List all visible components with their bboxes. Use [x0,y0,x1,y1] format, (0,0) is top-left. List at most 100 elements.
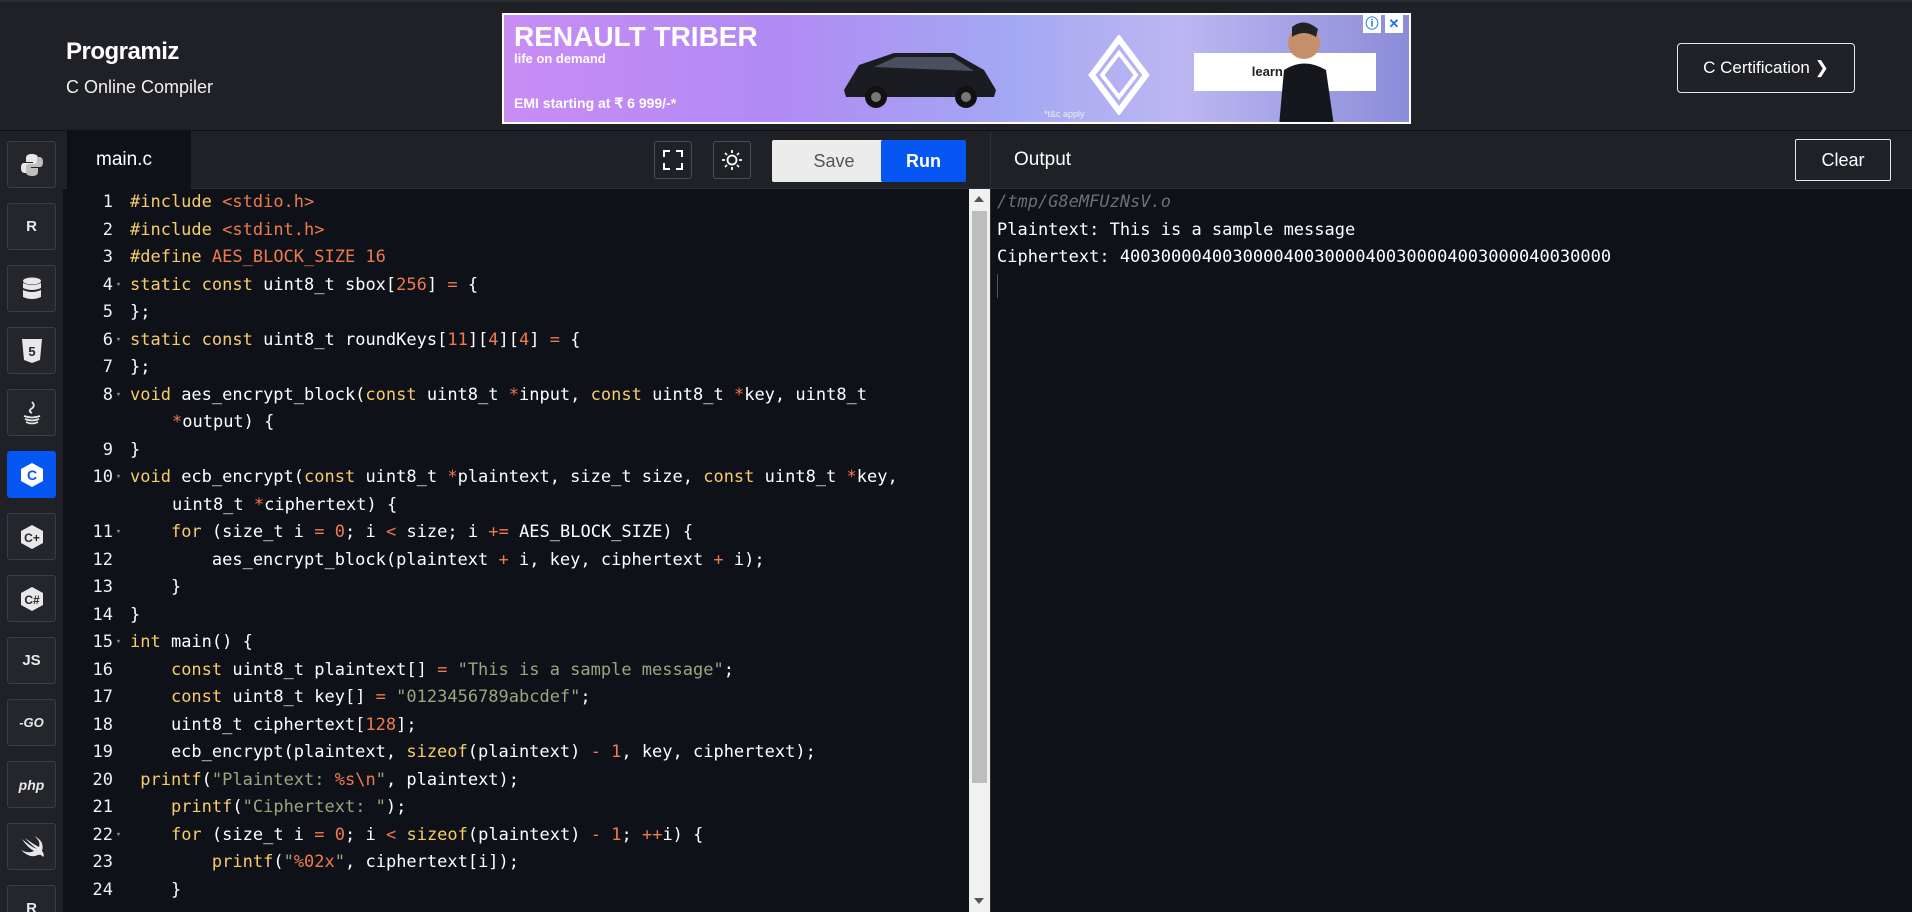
line-number: 18 [92,714,113,735]
code-line[interactable]: 13 } [63,574,968,602]
scrollbar-thumb[interactable] [972,211,987,783]
code-line[interactable]: 15 ▾ int main() { [63,629,968,657]
code-line[interactable]: 14} [63,602,968,630]
code-line[interactable]: 5}; [63,299,968,327]
code-line[interactable]: 18 uint8_t ciphertext[128]; [63,712,968,740]
output-title: Output [1014,149,1072,170]
fold-arrow-icon[interactable]: ▾ [113,464,124,492]
code-line[interactable]: 22 ▾ for (size_t i = 0; i < sizeof(plaint… [63,822,968,850]
code-line[interactable]: 16 const uint8_t plaintext[] = "This is … [63,657,968,685]
code-line[interactable]: *output) { [63,409,968,437]
scroll-down-icon[interactable] [974,898,984,904]
code-text[interactable]: #include <stdio.h> [124,189,314,217]
code-line[interactable]: 2 #include <stdint.h> [63,217,968,245]
code-line[interactable]: 12 aes_encrypt_block(plaintext + i, key,… [63,547,968,575]
fold-arrow-icon[interactable]: ▾ [113,629,124,657]
r-language-icon[interactable]: R [7,203,56,250]
code-line[interactable]: 23 printf("%02x", ciphertext[i]); [63,849,968,877]
c-certification-button[interactable]: C Certification ❯ [1677,43,1855,93]
code-text[interactable]: printf("Plaintext: %s\n", plaintext); [124,767,519,795]
code-line[interactable]: 21 printf("Ciphertext: "); [63,794,968,822]
code-line[interactable]: 11 ▾ for (size_t i = 0; i < size; i += AE… [63,519,968,547]
code-text[interactable]: } [124,437,140,465]
clear-button[interactable]: Clear [1795,139,1891,181]
tab-main-c[interactable]: main.c [67,131,191,189]
code-text[interactable]: const uint8_t key[] = "0123456789abcdef"… [124,684,591,712]
code-line[interactable]: uint8_t *ciphertext) { [63,492,968,520]
code-text[interactable]: #include <stdint.h> [124,217,325,245]
code-text[interactable]: #define AES_BLOCK_SIZE 16 [124,244,386,272]
fold-arrow-icon[interactable]: ▾ [113,272,124,300]
html5-icon[interactable]: 5 [7,327,56,374]
code-line[interactable]: 9} [63,437,968,465]
code-text[interactable]: printf("%02x", ciphertext[i]); [124,849,519,877]
code-line[interactable]: 20 printf("Plaintext: %s\n", plaintext); [63,767,968,795]
code-line[interactable]: 4 ▾ static const uint8_t sbox[256] = { [63,272,968,300]
php-icon[interactable]: php [7,761,56,808]
svg-text:C#: C# [24,593,40,607]
code-line[interactable]: 24 } [63,877,968,905]
scroll-up-icon[interactable] [974,196,984,202]
code-text[interactable]: printf("Ciphertext: "); [124,794,406,822]
code-line[interactable]: 8 ▾ void aes_encrypt_block(const uint8_t *… [63,382,968,410]
swift-icon[interactable] [7,823,56,870]
fullscreen-icon[interactable] [654,141,692,179]
fold-arrow-icon[interactable]: ▾ [113,519,124,547]
code-line[interactable]: 19 ecb_encrypt(plaintext, sizeof(plainte… [63,739,968,767]
code-line[interactable]: 7}; [63,354,968,382]
ad-info-icon[interactable]: ⓘ [1363,15,1381,33]
rust-icon[interactable]: R [7,885,56,912]
code-lines[interactable]: 1 #include <stdio.h> 2 #include <stdint.h> 3… [63,189,968,904]
javascript-icon[interactable]: JS [7,637,56,684]
code-text[interactable]: } [124,602,140,630]
code-line[interactable]: 1 #include <stdio.h> [63,189,968,217]
code-text[interactable]: const uint8_t plaintext[] = "This is a s… [124,657,734,685]
line-number: 23 [92,852,113,872]
code-text[interactable]: ecb_encrypt(plaintext, sizeof(plaintext)… [124,739,816,767]
code-text[interactable]: for (size_t i = 0; i < sizeof(plaintext)… [124,822,703,850]
code-editor[interactable]: 1 #include <stdio.h> 2 #include <stdint.h> 3… [63,189,990,912]
save-button[interactable]: Save [772,140,896,182]
code-line[interactable]: 17 const uint8_t key[] = "0123456789abcd… [63,684,968,712]
code-text[interactable]: void aes_encrypt_block(const uint8_t *in… [124,382,867,410]
fold-arrow-icon[interactable]: ▾ [113,382,124,410]
run-button[interactable]: Run [881,140,966,182]
cpp-icon[interactable]: C+ [7,513,56,560]
c-language-icon[interactable]: C [7,451,56,498]
code-text[interactable]: *output) { [124,409,274,437]
code-text[interactable]: } [124,574,181,602]
theme-toggle-sun-icon[interactable] [713,141,751,179]
ad-close-icon[interactable]: ✕ [1385,15,1403,33]
code-text[interactable]: }; [124,354,150,382]
line-number: 8 [102,384,113,405]
line-number: 2 [102,219,113,240]
python-icon[interactable] [7,141,56,188]
fold-gutter [113,354,124,382]
code-text[interactable]: aes_encrypt_block(plaintext + i, key, ci… [124,547,765,575]
csharp-icon[interactable]: C# [7,575,56,622]
code-text[interactable]: uint8_t ciphertext[128]; [124,712,417,740]
fold-gutter [113,877,124,905]
code-line[interactable]: 6 ▾ static const uint8_t roundKeys[11][4][… [63,327,968,355]
go-icon[interactable]: -GO [7,699,56,746]
code-line[interactable]: 3 #define AES_BLOCK_SIZE 16 [63,244,968,272]
code-text[interactable]: static const uint8_t roundKeys[11][4][4]… [124,327,581,355]
fold-gutter [113,547,124,575]
fold-arrow-icon[interactable]: ▾ [113,327,124,355]
code-line[interactable]: 10 ▾ void ecb_encrypt(const uint8_t *plain… [63,464,968,492]
editor-scrollbar[interactable] [969,189,990,912]
sql-database-icon[interactable] [7,265,56,312]
code-text[interactable]: } [124,877,181,905]
fold-arrow-icon[interactable]: ▾ [113,822,124,850]
code-text[interactable]: void ecb_encrypt(const uint8_t *plaintex… [124,464,898,492]
java-icon[interactable] [7,389,56,436]
code-text[interactable]: for (size_t i = 0; i < size; i += AES_BL… [124,519,693,547]
code-text[interactable]: }; [124,299,150,327]
ad-tagline: life on demand [514,51,606,66]
output-console[interactable]: /tmp/G8eMFUzNsV.o Plaintext: This is a s… [990,189,1912,912]
code-text[interactable]: uint8_t *ciphertext) { [124,492,397,520]
code-text[interactable]: int main() { [124,629,253,657]
advertisement-banner[interactable]: RENAULT TRIBER life on demand EMI starti… [502,13,1411,124]
programiz-logo[interactable]: Programiz [66,38,179,66]
code-text[interactable]: static const uint8_t sbox[256] = { [124,272,478,300]
